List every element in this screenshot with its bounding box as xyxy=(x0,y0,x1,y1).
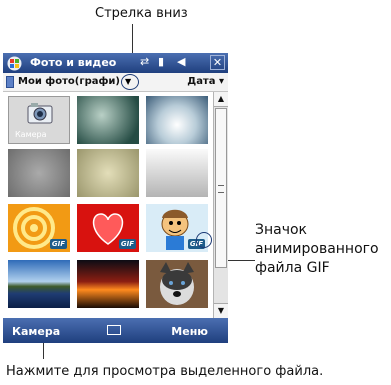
thumbnail-frosted-green[interactable] xyxy=(77,96,139,144)
dog-icon xyxy=(160,262,194,305)
scroll-up-icon[interactable]: ▲ xyxy=(214,92,228,107)
callout-view-hint: Нажмите для просмотра выделенного файла. xyxy=(6,364,324,379)
thumbnail-grid: Камера GIF GIF GIF xyxy=(3,92,213,318)
thumbnail-lake-sunset[interactable] xyxy=(8,260,70,308)
gif-badge: GIF xyxy=(49,239,67,249)
folder-icon xyxy=(6,76,14,88)
callout-gif-icon: Значок анимированного файла GIF xyxy=(255,222,379,276)
folder-toolbar: Мои фото(графи) ▼ Дата ▾ xyxy=(3,73,228,92)
callout-arrow-down: Стрелка вниз xyxy=(95,6,188,21)
sort-selector[interactable]: Дата ▾ xyxy=(187,76,224,87)
dropdown-arrow-button[interactable]: ▼ xyxy=(121,74,139,90)
grip-icon xyxy=(218,185,224,193)
thumbnail-red-hearts[interactable]: GIF xyxy=(77,204,139,252)
chevron-down-icon: ▼ xyxy=(125,77,132,86)
thumbnail-orange-rings[interactable]: GIF xyxy=(8,204,70,252)
keyboard-icon[interactable] xyxy=(107,325,121,335)
title-bar: Фото и видео ⇄ ▮ ◀ ✕ xyxy=(3,53,228,73)
gif-highlight-circle xyxy=(196,232,212,248)
camera-label: Камера xyxy=(15,130,47,139)
softkey-camera[interactable]: Камера xyxy=(12,325,60,338)
scroll-thumb[interactable] xyxy=(215,108,227,268)
softkey-menu[interactable]: Меню xyxy=(171,325,208,338)
thumbnail-beige-texture[interactable] xyxy=(77,149,139,197)
volume-icon[interactable]: ◀ xyxy=(177,55,185,68)
app-title: Фото и видео xyxy=(30,56,117,69)
close-icon[interactable]: ✕ xyxy=(210,55,225,70)
thumbnail-camera[interactable]: Камера xyxy=(8,96,70,144)
device-screen: Фото и видео ⇄ ▮ ◀ ✕ Мои фото(графи) ▼ Д… xyxy=(3,53,228,343)
thumbnail-cartoon-boy[interactable]: GIF xyxy=(146,204,212,252)
scroll-down-icon[interactable]: ▼ xyxy=(214,303,228,318)
signal-icon[interactable]: ▮ xyxy=(158,55,164,68)
gif-badge: GIF xyxy=(118,239,136,249)
thumbnail-husky-dog[interactable] xyxy=(146,260,208,308)
thumbnail-red-sky[interactable] xyxy=(77,260,139,308)
connectivity-icon[interactable]: ⇄ xyxy=(140,55,149,68)
thumbnail-gray-texture[interactable] xyxy=(8,149,70,197)
folder-selector[interactable]: Мои фото(графи) xyxy=(18,76,120,87)
vertical-scrollbar[interactable]: ▲ ▼ xyxy=(213,92,228,318)
softkey-bar: Камера Меню xyxy=(3,318,228,343)
windows-start-icon[interactable] xyxy=(7,56,22,71)
thumbnail-gray-gradient[interactable] xyxy=(146,149,208,197)
thumbnail-blue-haze[interactable] xyxy=(146,96,208,144)
